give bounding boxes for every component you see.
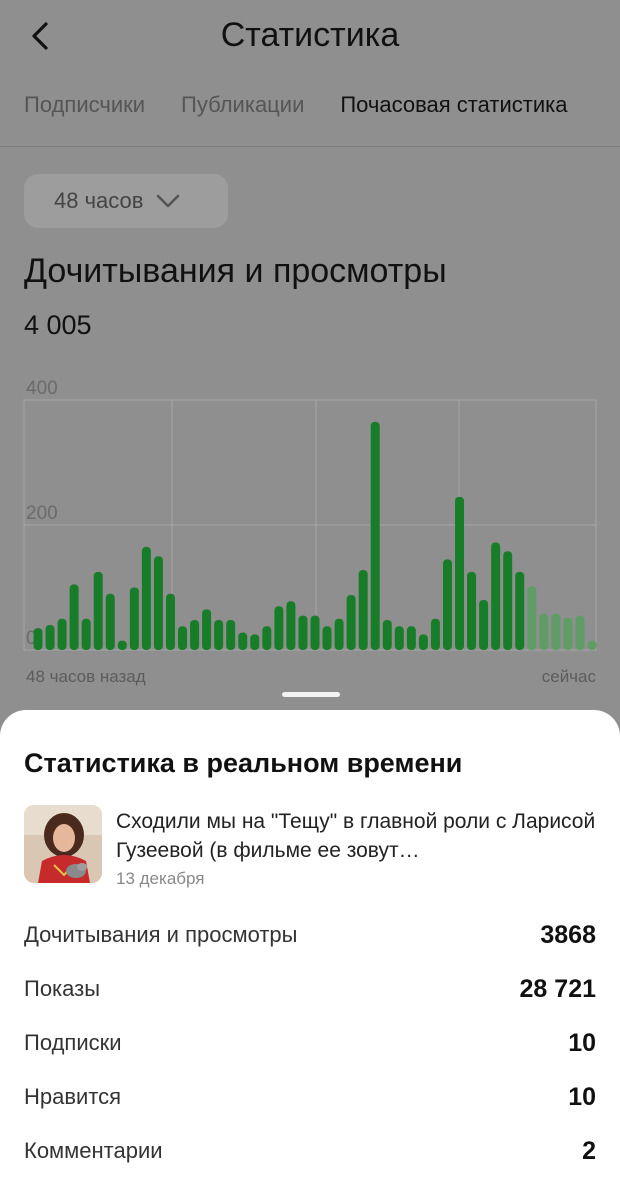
metric-value: 28 721 <box>519 974 596 1003</box>
chart-bar <box>238 632 248 650</box>
chart-bar <box>563 617 573 650</box>
chart-bar <box>286 601 296 650</box>
total-count: 4 005 <box>24 310 92 340</box>
page-title: Статистика <box>220 16 400 54</box>
metric-row-subscriptions: Подписки 10 <box>24 1016 596 1070</box>
chart-bar <box>430 618 440 650</box>
realtime-stats-sheet: Статистика в реальном времени Сходили мы… <box>0 710 620 1200</box>
chart-bar <box>382 620 392 650</box>
chart-bar <box>214 620 224 650</box>
top-bar: Статистика <box>0 0 620 78</box>
chart-bar <box>527 586 537 650</box>
metric-row-impressions: Показы 28 721 <box>24 962 596 1016</box>
sheet-title: Статистика в реальном времени <box>24 748 463 778</box>
chart-bar <box>262 626 272 650</box>
chart-bar <box>515 571 525 650</box>
y-tick-label: 400 <box>26 378 58 399</box>
chart-bar <box>587 640 597 650</box>
chart-bar <box>57 618 67 650</box>
metric-label: Показы <box>24 976 101 1001</box>
sheet-drag-handle[interactable] <box>282 692 340 697</box>
chart-bar <box>226 620 236 650</box>
article-date: 13 декабря <box>116 869 205 888</box>
metric-value: 10 <box>568 1082 596 1111</box>
tab-publications[interactable]: Публикации <box>181 92 304 118</box>
article-card[interactable]: Сходили мы на "Тещу" в главной роли с Ла… <box>24 805 604 897</box>
tab-hourly-stats[interactable]: Почасовая статистика <box>340 92 567 118</box>
x-label-start: 48 часов назад <box>26 667 146 686</box>
chart-bar <box>442 559 452 650</box>
metric-label: Подписки <box>24 1030 122 1055</box>
tab-subscribers[interactable]: Подписчики <box>24 92 145 118</box>
metric-value: 10 <box>568 1028 596 1057</box>
tab-bar: Подписчики Публикации Почасовая статистика <box>24 92 603 132</box>
hourly-bar-chart: 400200048 часов назад сейчас <box>23 378 597 686</box>
chart-bar <box>190 620 200 650</box>
chart-bar <box>346 595 356 650</box>
chart-bar <box>117 640 127 650</box>
chart-bar <box>178 626 188 650</box>
chart-bar <box>503 551 513 650</box>
metric-label: Комментарии <box>24 1138 163 1163</box>
chart-bar <box>334 618 344 650</box>
metric-value: 3868 <box>540 920 596 949</box>
article-title: Сходили мы на "Тещу" в главной роли с Ла… <box>116 810 596 862</box>
y-tick-label: 200 <box>26 503 58 524</box>
chart-bar <box>310 615 320 650</box>
metric-label: Дочитывания и просмотры <box>24 922 298 947</box>
chart-bar <box>81 618 91 650</box>
chart-bar <box>298 615 308 650</box>
metrics-list: Дочитывания и просмотры 3868 Показы 28 7… <box>24 908 596 1178</box>
chart-bar <box>394 626 404 650</box>
chart-bar <box>33 628 43 650</box>
period-label: 48 часов <box>54 188 144 213</box>
metric-row-likes: Нравится 10 <box>24 1070 596 1124</box>
chart-bar <box>250 634 260 650</box>
chart-bar <box>370 421 380 650</box>
chart-bar <box>69 584 79 650</box>
metric-value: 2 <box>582 1136 596 1165</box>
metric-row-comments: Комментарии 2 <box>24 1124 596 1178</box>
chart-bar <box>575 615 585 650</box>
period-dropdown[interactable]: 48 часов <box>24 174 228 228</box>
chart-bar <box>153 556 163 650</box>
chart-bar <box>406 626 416 650</box>
chart-bar <box>455 496 465 650</box>
chart-bar <box>165 593 175 650</box>
chart-bar <box>45 625 55 650</box>
chart-bar <box>129 587 139 650</box>
chevron-down-icon <box>157 194 180 208</box>
chart-bar <box>105 593 115 650</box>
chart-bar <box>479 600 489 650</box>
chart-bar <box>358 570 368 650</box>
x-label-end: сейчас <box>542 667 597 686</box>
chart-bar <box>274 606 284 650</box>
chart-bar <box>491 542 501 650</box>
chart-bar <box>539 613 549 650</box>
section-title: Дочитывания и просмотры <box>24 252 447 290</box>
chart-bar <box>202 609 212 650</box>
chart-bar <box>467 571 477 650</box>
chart-bar <box>322 626 332 650</box>
chart-bar <box>551 613 561 650</box>
article-thumbnail <box>24 805 102 883</box>
chart-bar <box>141 546 151 650</box>
metric-row-reads: Дочитывания и просмотры 3868 <box>24 908 596 962</box>
chart-bar <box>418 634 428 650</box>
chart-bar <box>93 571 103 650</box>
metric-label: Нравится <box>24 1084 122 1109</box>
divider <box>0 146 620 147</box>
